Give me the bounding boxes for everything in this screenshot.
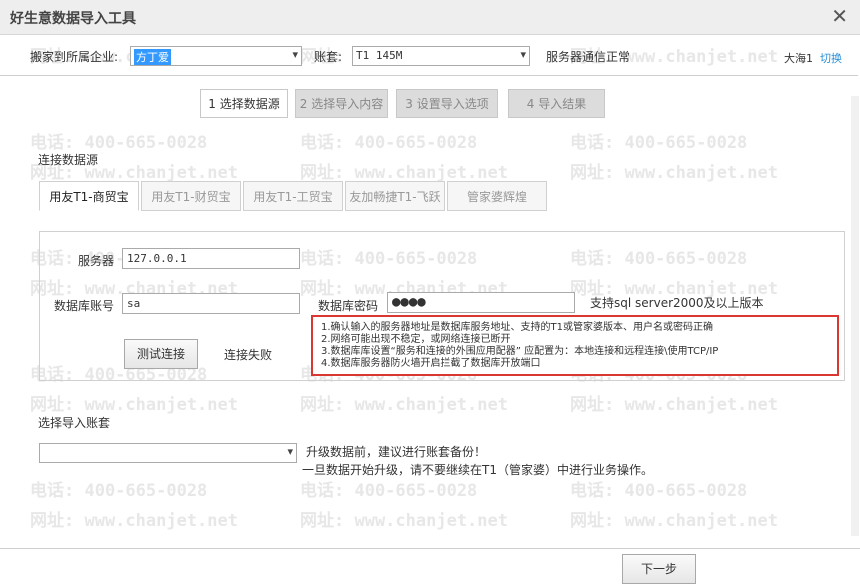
tab-t1-shangmaobao[interactable]: 用友T1-商贸宝 bbox=[39, 181, 139, 211]
watermark-phone: 电话: 400-665-0028 bbox=[570, 481, 748, 501]
company-select[interactable]: 方丁爱 ▾ bbox=[130, 46, 302, 66]
error-hint: 4.数据库服务器防火墙开启拦截了数据库开放端口 bbox=[321, 358, 541, 369]
tab-guanjiapo[interactable]: 管家婆辉煌 bbox=[447, 181, 547, 211]
server-label: 服务器 bbox=[78, 254, 115, 268]
step-select-content[interactable]: 2 选择导入内容 bbox=[295, 89, 388, 118]
watermark-phone: 电话: 400-665-0028 bbox=[570, 133, 748, 153]
test-connection-button[interactable]: 测试连接 bbox=[124, 339, 198, 369]
error-hint: 3.数据库库设置“服务和连接的外围应用配器” 应配置为：本地连接和远程连接\使用… bbox=[321, 346, 719, 357]
footer-divider bbox=[0, 548, 860, 549]
watermark-phone: 电话: 400-665-0028 bbox=[30, 481, 208, 501]
tab-t1-caimaobao[interactable]: 用友T1-财贸宝 bbox=[141, 181, 241, 211]
watermark-site: 网址: www.chanjet.net bbox=[300, 163, 508, 183]
company-label: 搬家到所属企业: bbox=[30, 50, 119, 64]
watermark-site: 网址: www.chanjet.net bbox=[570, 511, 778, 531]
db-account-input[interactable]: sa bbox=[122, 293, 300, 314]
server-status: 服务器通信正常 bbox=[546, 50, 631, 64]
test-result: 连接失败 bbox=[224, 348, 273, 362]
account-label: 账套: bbox=[314, 50, 343, 64]
chevron-down-icon: ▾ bbox=[287, 445, 293, 458]
account-select[interactable]: T1 145M ▾ bbox=[352, 46, 530, 66]
chevron-down-icon: ▾ bbox=[292, 48, 298, 61]
step-import-options[interactable]: 3 设置导入选项 bbox=[396, 89, 498, 118]
close-icon[interactable]: ✕ bbox=[831, 4, 848, 28]
scrollbar[interactable] bbox=[851, 96, 859, 536]
user-name: 大海1 bbox=[784, 52, 813, 65]
watermark-site: 网址: www.chanjet.net bbox=[30, 511, 238, 531]
watermark-site: 网址: www.chanjet.net bbox=[30, 395, 238, 415]
tab-t1-feiyue[interactable]: 友加畅捷T1-飞跃 bbox=[345, 181, 445, 211]
step-import-result[interactable]: 4 导入结果 bbox=[508, 89, 605, 118]
watermark-site: 网址: www.chanjet.net bbox=[300, 511, 508, 531]
watermark-phone: 电话: 400-665-0028 bbox=[300, 133, 478, 153]
tab-t1-gongmaobao[interactable]: 用友T1-工贸宝 bbox=[243, 181, 343, 211]
db-password-label: 数据库密码 bbox=[318, 299, 379, 313]
top-toolbar: 搬家到所属企业: 方丁爱 ▾ 账套: T1 145M ▾ 服务器通信正常 大海1… bbox=[0, 35, 858, 76]
db-account-label: 数据库账号 bbox=[54, 299, 115, 313]
account-select-value: T1 145M bbox=[356, 49, 403, 62]
source-heading: 连接数据源 bbox=[38, 153, 99, 167]
server-input[interactable]: 127.0.0.1 bbox=[122, 248, 300, 269]
switch-link[interactable]: 切换 bbox=[820, 50, 842, 66]
window-title: 好生意数据导入工具 bbox=[10, 11, 136, 27]
next-button[interactable]: 下一步 bbox=[622, 554, 696, 584]
watermark-phone: 电话: 400-665-0028 bbox=[300, 481, 478, 501]
company-select-value: 方丁爱 bbox=[134, 49, 171, 65]
backup-note: 升级数据前，建议进行账套备份！ bbox=[306, 445, 487, 459]
title-bar: 好生意数据导入工具 ✕ bbox=[0, 0, 860, 35]
upgrade-warning: 一旦数据开始升级，请不要继续在T1（管家婆）中进行业务操作。 bbox=[302, 463, 653, 477]
import-account-select[interactable]: ▾ bbox=[39, 443, 297, 463]
support-note: 支持sql server2000及以上版本 bbox=[590, 296, 764, 310]
step-select-source[interactable]: 1 选择数据源 bbox=[200, 89, 288, 118]
watermark-site: 网址: www.chanjet.net bbox=[570, 395, 778, 415]
watermark-site: 网址: www.chanjet.net bbox=[300, 395, 508, 415]
db-password-input[interactable]: ●●●● bbox=[387, 292, 575, 313]
error-hints-box: 1.确认输入的服务器地址是数据库服务地址、支持的T1或管家婆版本、用户名或密码正… bbox=[311, 315, 839, 376]
watermark-phone: 电话: 400-665-0028 bbox=[30, 133, 208, 153]
chevron-down-icon: ▾ bbox=[520, 48, 526, 61]
watermark-site: 网址: www.chanjet.net bbox=[570, 163, 778, 183]
import-heading: 选择导入账套 bbox=[38, 416, 111, 430]
error-hint: 2.网络可能出现不稳定，或网络连接已断开 bbox=[321, 334, 511, 345]
error-hint: 1.确认输入的服务器地址是数据库服务地址、支持的T1或管家婆版本、用户名或密码正… bbox=[321, 322, 714, 333]
